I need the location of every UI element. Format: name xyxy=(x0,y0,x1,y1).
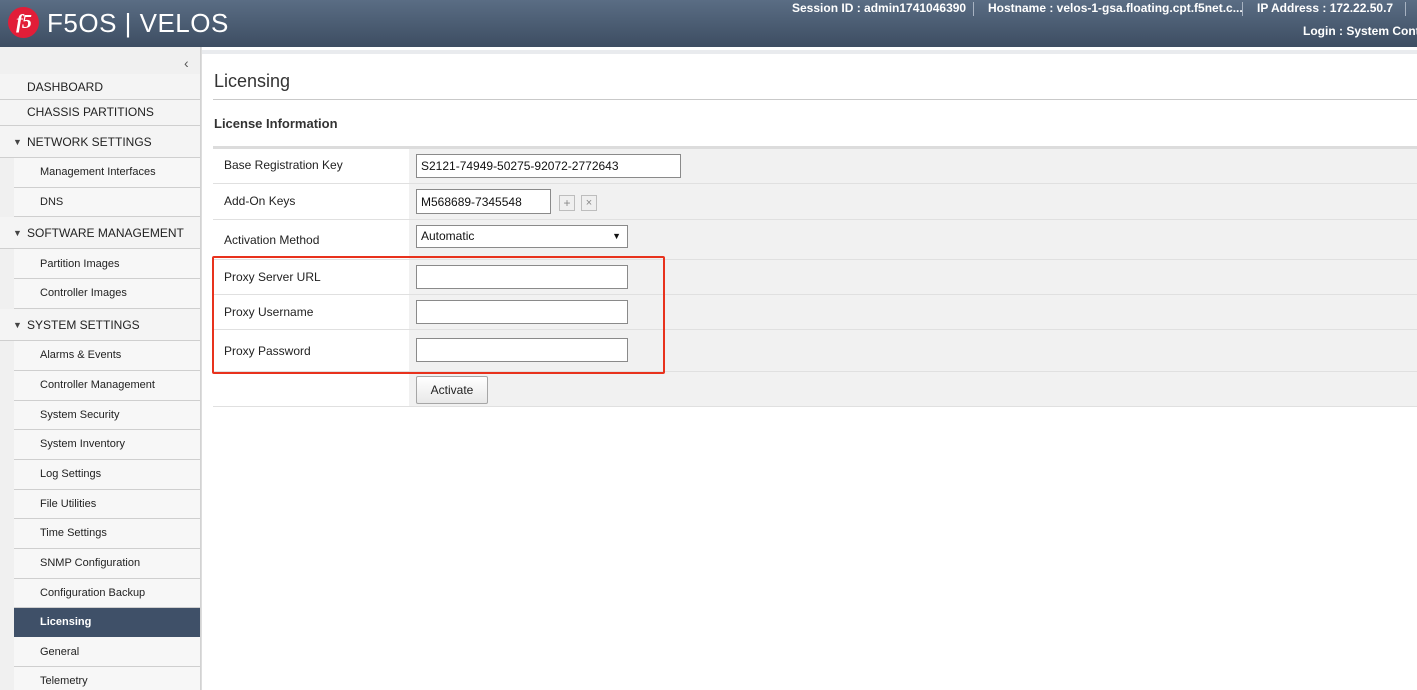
plus-icon[interactable]: + xyxy=(559,195,575,211)
sidebar-item-system-inventory[interactable]: System Inventory xyxy=(14,430,200,460)
sidebar-item-controller-images[interactable]: Controller Images xyxy=(14,279,200,309)
sidebar-item-controller-management[interactable]: Controller Management xyxy=(14,371,200,401)
close-icon[interactable]: × xyxy=(581,195,597,211)
form-value-cell: + × xyxy=(409,184,1417,219)
section-title: License Information xyxy=(214,116,338,131)
activate-button[interactable]: Activate xyxy=(416,376,488,404)
form-row-addon-keys: Add-On Keys + × xyxy=(213,184,1417,220)
form-row-activation-method: Activation Method Automatic ▼ xyxy=(213,220,1417,260)
sidebar-item-snmp-configuration[interactable]: SNMP Configuration xyxy=(14,549,200,579)
ip-address: IP Address : 172.22.50.7 xyxy=(1257,1,1394,15)
main-content: Licensing License Information Base Regis… xyxy=(201,47,1417,690)
sidebar-item-dashboard[interactable]: DASHBOARD xyxy=(0,74,200,100)
divider xyxy=(213,99,1417,100)
sidebar-item-configuration-backup[interactable]: Configuration Backup xyxy=(14,579,200,608)
sidebar-item-log-settings[interactable]: Log Settings xyxy=(14,460,200,490)
caret-down-icon: ▼ xyxy=(13,320,22,330)
sidebar-item-system-settings[interactable]: ▼ SYSTEM SETTINGS xyxy=(0,309,200,341)
proxy-highlight-box xyxy=(212,256,665,374)
sidebar-item-management-interfaces[interactable]: Management Interfaces xyxy=(14,158,200,188)
sidebar-item-network-settings[interactable]: ▼ NETWORK SETTINGS xyxy=(0,126,200,158)
sidebar-item-chassis-partitions[interactable]: CHASSIS PARTITIONS xyxy=(0,100,200,126)
login-info: Login : System Contro xyxy=(1303,24,1417,38)
sidebar-item-software-management[interactable]: ▼ SOFTWARE MANAGEMENT xyxy=(0,217,200,249)
form-value-cell: Activate xyxy=(409,372,1417,406)
base-key-label: Base Registration Key xyxy=(224,158,343,172)
activation-method-label: Activation Method xyxy=(224,233,320,247)
addon-keys-label: Add-On Keys xyxy=(224,194,296,208)
header-divider xyxy=(1242,2,1243,16)
form-row-actions: Activate xyxy=(213,372,1417,407)
sidebar-item-alarms-events[interactable]: Alarms & Events xyxy=(14,341,200,371)
form-row-base-key: Base Registration Key xyxy=(213,149,1417,184)
divider xyxy=(202,50,1417,54)
header-divider xyxy=(973,2,974,16)
product-name: F5OS | VELOS xyxy=(47,8,229,38)
sidebar-item-general[interactable]: General xyxy=(14,637,200,667)
caret-down-icon: ▼ xyxy=(13,137,22,147)
chevron-left-icon[interactable]: ‹ xyxy=(184,55,189,71)
sidebar-item-dns[interactable]: DNS xyxy=(14,188,200,217)
activation-method-select[interactable]: Automatic ▼ xyxy=(416,225,628,248)
hostname: Hostname : velos-1-gsa.floating.cpt.f5ne… xyxy=(988,1,1243,15)
sidebar-item-system-security[interactable]: System Security xyxy=(14,401,200,430)
sidebar-item-file-utilities[interactable]: File Utilities xyxy=(14,490,200,519)
f5-logo: f5 xyxy=(8,7,39,38)
sidebar-item-time-settings[interactable]: Time Settings xyxy=(14,519,200,549)
sidebar: ‹ DASHBOARD CHASSIS PARTITIONS ▼ NETWORK … xyxy=(0,47,201,690)
base-key-input[interactable] xyxy=(416,154,681,178)
app-header: f5 F5OS | VELOS Session ID : admin174104… xyxy=(0,0,1417,47)
session-id: Session ID : admin1741046390 xyxy=(792,1,967,15)
sidebar-item-licensing[interactable]: Licensing xyxy=(14,608,200,637)
sidebar-item-partition-images[interactable]: Partition Images xyxy=(14,249,200,279)
activation-method-value: Automatic xyxy=(421,229,475,243)
header-divider xyxy=(1405,2,1406,16)
caret-down-icon: ▼ xyxy=(612,231,621,241)
page-title: Licensing xyxy=(214,71,291,91)
form-value-cell: Automatic ▼ xyxy=(409,220,1417,259)
caret-down-icon: ▼ xyxy=(13,228,22,238)
form-value-cell xyxy=(409,149,1417,183)
sidebar-item-telemetry[interactable]: Telemetry xyxy=(14,667,200,690)
addon-key-input[interactable] xyxy=(416,189,551,214)
